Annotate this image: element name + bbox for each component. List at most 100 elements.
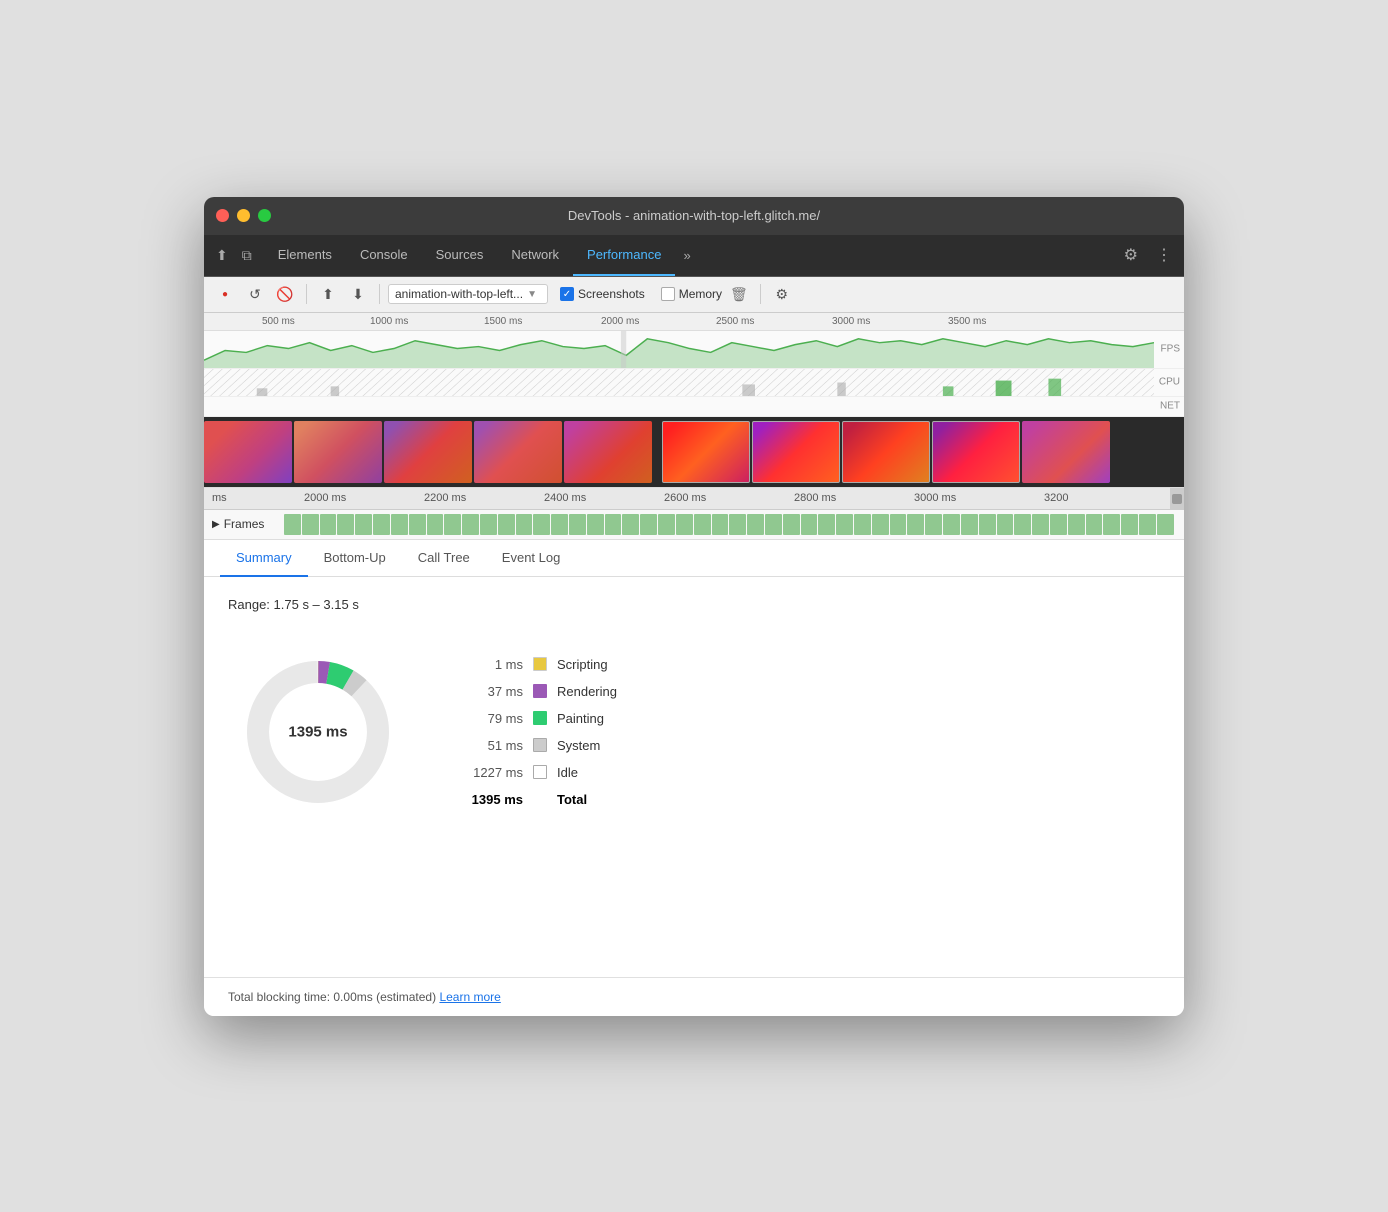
legend-row-scripting: 1 ms Scripting xyxy=(468,657,617,672)
record-button[interactable]: ● xyxy=(212,281,238,307)
frame-bar xyxy=(587,514,604,535)
legend-row-idle: 1227 ms Idle xyxy=(468,765,617,780)
tab-network[interactable]: Network xyxy=(497,234,573,276)
settings-icon[interactable]: ⚙ xyxy=(1120,241,1142,269)
blocking-time-text: Total blocking time: 0.00ms (estimated) xyxy=(228,990,436,1004)
scripting-color-box xyxy=(533,657,547,671)
clear-button[interactable]: 🚫 xyxy=(272,281,298,307)
bottom-bar: Total blocking time: 0.00ms (estimated) … xyxy=(204,977,1184,1016)
time-marker-3500: 3500 ms xyxy=(946,316,986,327)
frame-bar xyxy=(925,514,942,535)
frame-bar xyxy=(1086,514,1103,535)
screenshots-label: Screenshots xyxy=(578,287,645,301)
import-button[interactable]: ⬆ xyxy=(315,281,341,307)
summary-legend: 1 ms Scripting 37 ms Rendering 79 ms Pai… xyxy=(468,657,617,807)
frame-bar xyxy=(1139,514,1156,535)
url-dropdown[interactable]: animation-with-top-left... ▼ xyxy=(388,284,548,304)
frame-bar xyxy=(391,514,408,535)
legend-row-rendering: 37 ms Rendering xyxy=(468,684,617,699)
scripting-label: Scripting xyxy=(557,657,608,672)
legend-row-system: 51 ms System xyxy=(468,738,617,753)
traffic-lights xyxy=(216,209,271,222)
tab-call-tree[interactable]: Call Tree xyxy=(402,540,486,577)
frames-triangle-icon[interactable]: ▶ xyxy=(212,519,220,530)
frames-row: ▶ Frames xyxy=(204,510,1184,540)
idle-value: 1227 ms xyxy=(468,765,523,780)
frame-bar xyxy=(818,514,835,535)
screenshot-thumb-7[interactable] xyxy=(752,421,840,483)
timeline-scrollbar[interactable] xyxy=(1170,488,1184,510)
tab-bar: ⬆ ⧉ Elements Console Sources Network Per… xyxy=(204,235,1184,277)
frame-bar xyxy=(1121,514,1138,535)
tab-summary[interactable]: Summary xyxy=(220,540,308,577)
time-marker2-2600: 2600 ms xyxy=(664,492,706,504)
memory-checkbox[interactable] xyxy=(661,287,675,301)
screenshots-checkbox[interactable]: ✓ xyxy=(560,287,574,301)
frame-bar xyxy=(979,514,996,535)
frames-bars xyxy=(284,514,1174,535)
frame-bar xyxy=(533,514,550,535)
screenshot-thumb-5[interactable] xyxy=(564,421,652,483)
frame-bar xyxy=(1103,514,1120,535)
frame-bar xyxy=(1032,514,1049,535)
tab-event-log[interactable]: Event Log xyxy=(486,540,577,577)
tab-bottom-up[interactable]: Bottom-Up xyxy=(308,540,402,577)
cursor-icon[interactable]: ⬆ xyxy=(212,243,232,268)
minimize-button[interactable] xyxy=(237,209,250,222)
tab-sources[interactable]: Sources xyxy=(422,234,498,276)
screenshot-thumb-1[interactable] xyxy=(204,421,292,483)
tab-console[interactable]: Console xyxy=(346,234,422,276)
screenshot-thumb-10[interactable] xyxy=(1022,421,1110,483)
frame-bar xyxy=(694,514,711,535)
screenshot-thumb-9[interactable] xyxy=(932,421,1020,483)
tab-more-button[interactable]: » xyxy=(675,248,698,263)
capture-settings-button[interactable]: ⚙ xyxy=(769,281,795,307)
time-marker-2500: 2500 ms xyxy=(714,316,754,327)
frame-bars-container xyxy=(284,514,1174,535)
frame-bar xyxy=(961,514,978,535)
frame-bar xyxy=(997,514,1014,535)
fps-row: FPS xyxy=(204,331,1184,369)
frame-bar xyxy=(284,514,301,535)
frames-text: Frames xyxy=(224,517,265,531)
frame-bar xyxy=(907,514,924,535)
dropdown-arrow: ▼ xyxy=(527,289,537,300)
frame-bar xyxy=(676,514,693,535)
time-marker-2000: 2000 ms xyxy=(599,316,639,327)
range-text: Range: 1.75 s – 3.15 s xyxy=(228,597,1160,612)
rendering-label: Rendering xyxy=(557,684,617,699)
close-button[interactable] xyxy=(216,209,229,222)
frame-bar xyxy=(320,514,337,535)
export-button[interactable]: ⬇ xyxy=(345,281,371,307)
layers-icon[interactable]: ⧉ xyxy=(238,243,256,268)
screenshot-thumb-2[interactable] xyxy=(294,421,382,483)
idle-color-box xyxy=(533,765,547,779)
painting-label: Painting xyxy=(557,711,604,726)
frame-bar xyxy=(337,514,354,535)
screenshots-toggle-group: ✓ Screenshots xyxy=(560,287,645,301)
screenshot-thumb-3[interactable] xyxy=(384,421,472,483)
time-marker-3000: 3000 ms xyxy=(830,316,870,327)
time-marker2-3200: 3200 xyxy=(1044,492,1068,504)
maximize-button[interactable] xyxy=(258,209,271,222)
frame-bar xyxy=(712,514,729,535)
screenshot-thumb-4[interactable] xyxy=(474,421,562,483)
reload-button[interactable]: ↺ xyxy=(242,281,268,307)
tab-elements[interactable]: Elements xyxy=(264,234,346,276)
screenshot-thumb-6[interactable] xyxy=(662,421,750,483)
total-label: Total xyxy=(557,792,587,807)
time-marker2-2200: 2200 ms xyxy=(424,492,466,504)
check-icon: ✓ xyxy=(563,289,571,300)
trash-icon[interactable]: 🗑 xyxy=(726,282,752,307)
screenshot-thumb-8[interactable] xyxy=(842,421,930,483)
system-color-box xyxy=(533,738,547,752)
more-menu-icon[interactable]: ⋮ xyxy=(1152,241,1176,269)
time-marker-500: 500 ms xyxy=(260,316,295,327)
frame-bar xyxy=(373,514,390,535)
frame-bar xyxy=(1050,514,1067,535)
memory-toggle-group: Memory xyxy=(661,287,722,301)
learn-more-link[interactable]: Learn more xyxy=(439,990,500,1004)
frame-bar xyxy=(409,514,426,535)
frame-bar xyxy=(1014,514,1031,535)
tab-performance[interactable]: Performance xyxy=(573,234,675,276)
